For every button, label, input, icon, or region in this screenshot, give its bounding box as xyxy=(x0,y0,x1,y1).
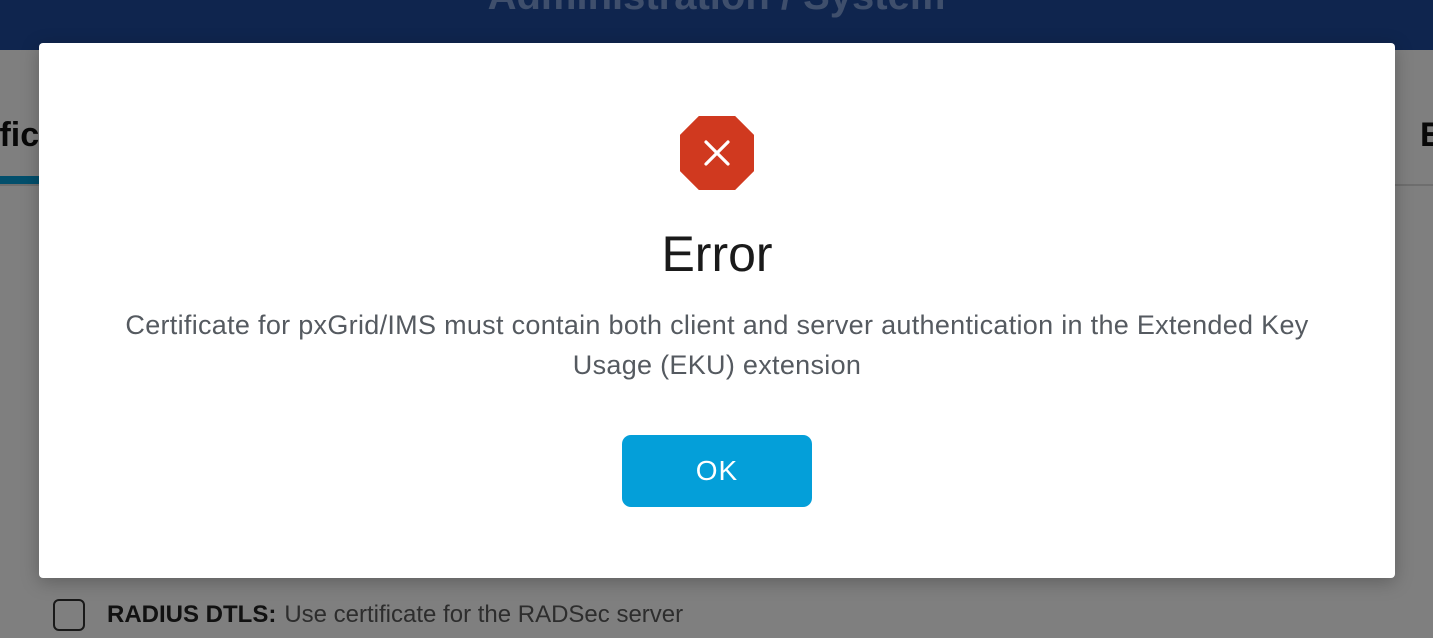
dialog-message: Certificate for pxGrid/IMS must contain … xyxy=(125,310,1309,380)
error-icon xyxy=(680,116,754,190)
dialog-title: Error xyxy=(661,226,773,282)
error-dialog: Error Certificate for pxGrid/IMS must co… xyxy=(39,43,1395,578)
ok-button[interactable]: OK xyxy=(622,435,812,507)
